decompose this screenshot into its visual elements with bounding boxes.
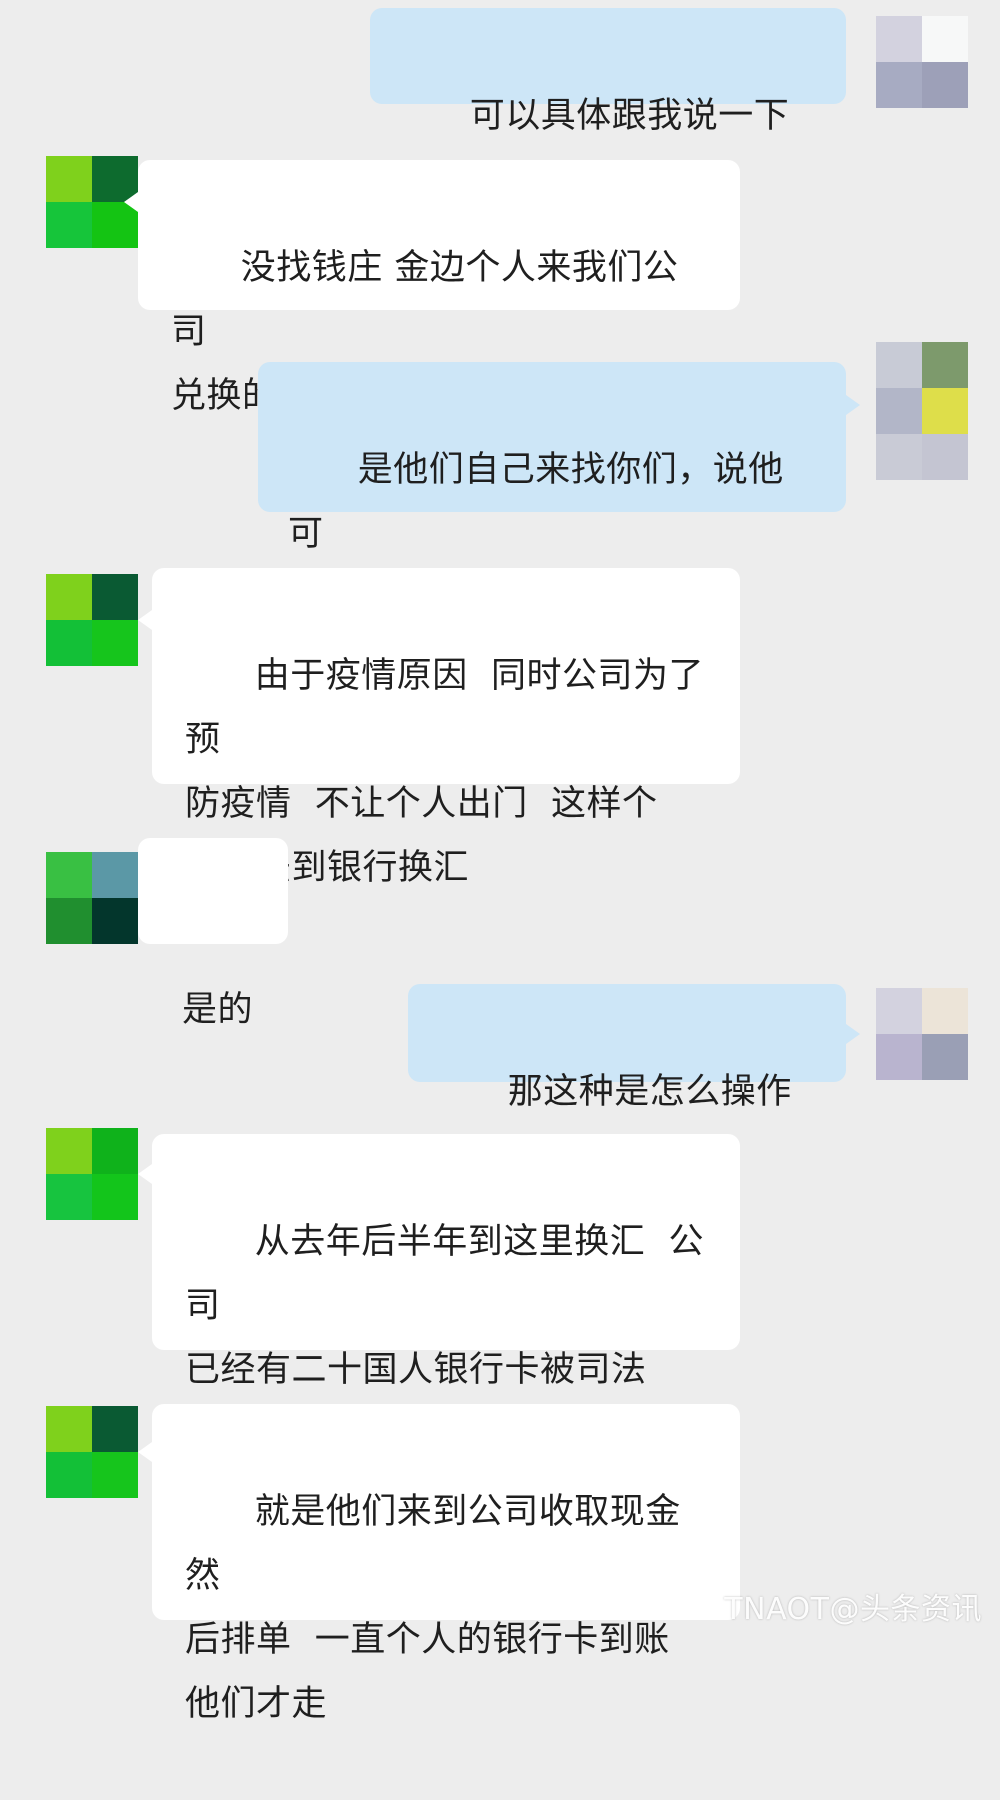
- user-avatar[interactable]: [876, 16, 968, 108]
- message-bubble[interactable]: 是他们自己来找你们，说他可 以换汇的吗?: [258, 362, 846, 618]
- user-avatar[interactable]: [876, 988, 968, 1080]
- bubble-tail: [138, 610, 152, 630]
- message-bubble[interactable]: 可以具体跟我说一下吗?: [370, 8, 846, 200]
- bubble-tail: [138, 1442, 152, 1462]
- message-bubble[interactable]: 那这种是怎么操作的呢: [408, 984, 846, 1176]
- contact-avatar[interactable]: [46, 852, 138, 944]
- contact-avatar[interactable]: [46, 1128, 138, 1220]
- message-text: 是的: [182, 990, 254, 1030]
- message-bubble[interactable]: 就是他们来到公司收取现金 然 后排单 一直个人的银行卡到账 他们才走: [152, 1404, 740, 1724]
- message-bubble[interactable]: 从去年后半年到这里换汇 公司 已经有二十国人银行卡被司法 机关冻结了: [152, 1134, 740, 1454]
- chat-area: 可以具体跟我说一下吗? 没找钱庄 金边个人来我们公司 兑换的 是他们自己来找你们…: [0, 0, 1000, 1724]
- contact-avatar[interactable]: [46, 574, 138, 666]
- contact-avatar[interactable]: [46, 1406, 138, 1498]
- bubble-tail: [846, 395, 860, 415]
- message-text: 就是他们来到公司收取现金 然 后排单 一直个人的银行卡到账 他们才走: [185, 1492, 681, 1724]
- watermark: TNAOT@头条资讯: [724, 1592, 982, 1627]
- bubble-tail: [124, 192, 138, 212]
- bubble-tail: [138, 1164, 152, 1184]
- bubble-tail: [846, 1024, 860, 1044]
- message-bubble[interactable]: 由于疫情原因 同时公司为了预 防疫情 不让个人出门 这样个 人无法到银行换汇: [152, 568, 740, 888]
- user-avatar[interactable]: [876, 342, 968, 480]
- message-bubble[interactable]: 没找钱庄 金边个人来我们公司 兑换的: [138, 160, 740, 416]
- message-bubble[interactable]: 是的: [138, 838, 288, 1030]
